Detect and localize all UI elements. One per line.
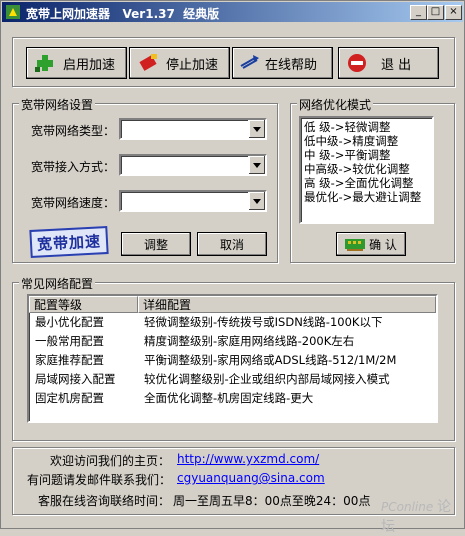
optimization-mode-item[interactable]: 高 级->全面优化调整 <box>301 176 432 190</box>
config-detail-cell: 轻微调整级别-传统拨号或ISDN线路-100K以下 <box>144 315 383 329</box>
column-header-detail[interactable]: 详细配置 <box>138 296 436 313</box>
window-title: 宽带上网加速器 Ver1.37 经典版 <box>26 7 220 21</box>
homepage-link[interactable]: http://www.yxzmd.com/ <box>177 452 319 466</box>
common-config-table[interactable]: 配置等级 详细配置 最小优化配置 轻微调整级别-传统拨号或ISDN线路-100K以… <box>27 294 438 423</box>
help-arrow-icon <box>239 51 263 75</box>
config-detail-cell: 平衡调整级别-家用网络或ADSL线路-512/1M/2M <box>144 353 397 367</box>
config-level-cell: 一般常用配置 <box>35 334 104 348</box>
start-accel-label: 启用加速 <box>63 57 116 73</box>
network-type-label: 宽带网络类型： <box>31 124 116 138</box>
table-row[interactable]: 一般常用配置 精度调整级别-家庭用网络线路-200K左右 <box>29 332 436 351</box>
column-header-level[interactable]: 配置等级 <box>29 296 138 313</box>
no-entry-icon <box>345 51 369 75</box>
exit-button[interactable]: 退 出 <box>338 47 439 79</box>
main-window: 宽带上网加速器 Ver1.37 经典版 _ □ × 启用加速 停止加速 在线帮助… <box>0 0 465 535</box>
stop-accel-button[interactable]: 停止加速 <box>129 47 230 79</box>
config-level-cell: 固定机房配置 <box>35 391 104 405</box>
watermark-brand: PConline <box>381 500 434 514</box>
pconline-watermark: PConline 论坛 <box>381 496 464 536</box>
online-help-button[interactable]: 在线帮助 <box>232 47 333 79</box>
network-settings-title: 宽带网络设置 <box>19 96 96 113</box>
config-detail-cell: 精度调整级别-家庭用网络线路-200K左右 <box>144 334 355 348</box>
start-accel-button[interactable]: 启用加速 <box>26 47 127 79</box>
minimize-button[interactable]: _ <box>410 5 427 20</box>
table-row[interactable]: 局域网接入配置 较优化调整级别-企业或组织内部局域网接入模式 <box>29 370 436 389</box>
config-level-cell: 家庭推荐配置 <box>35 353 104 367</box>
chevron-down-icon[interactable] <box>248 156 265 174</box>
confirm-button[interactable]: 确 认 <box>336 232 406 256</box>
optimization-mode-item[interactable]: 中高级->较优化调整 <box>301 162 432 176</box>
exit-label: 退 出 <box>381 57 412 73</box>
access-method-select[interactable] <box>119 154 267 176</box>
service-time-label: 客服在线咨询联络时间： <box>38 494 171 508</box>
title-bar: 宽带上网加速器 Ver1.37 经典版 _ □ × <box>2 2 463 22</box>
network-speed-select[interactable] <box>119 190 267 212</box>
config-detail-cell: 全面优化调整-机房固定线路-更大 <box>144 391 314 405</box>
optimization-mode-item[interactable]: 最优化->最大避让调整 <box>301 190 432 204</box>
table-row[interactable]: 固定机房配置 全面优化调整-机房固定线路-更大 <box>29 389 436 408</box>
optimization-mode-item[interactable]: 低 级->轻微调整 <box>301 120 432 134</box>
cancel-button[interactable]: 取消 <box>197 232 267 256</box>
homepage-label: 欢迎访问我们的主页： <box>50 454 171 468</box>
config-level-cell: 最小优化配置 <box>35 315 104 329</box>
network-type-select[interactable] <box>119 118 267 140</box>
chevron-down-icon[interactable] <box>248 192 265 210</box>
config-detail-cell: 较优化调整级别-企业或组织内部局域网接入模式 <box>144 372 390 386</box>
start-plug-icon <box>33 51 57 75</box>
optimization-mode-title: 网络优化模式 <box>297 96 374 113</box>
config-level-cell: 局域网接入配置 <box>35 372 116 386</box>
online-help-label: 在线帮助 <box>265 57 318 73</box>
stop-accel-label: 停止加速 <box>166 57 219 73</box>
close-button[interactable]: × <box>445 5 462 20</box>
network-speed-label: 宽带网络速度： <box>31 196 116 210</box>
table-row[interactable]: 最小优化配置 轻微调整级别-传统拨号或ISDN线路-100K以下 <box>29 313 436 332</box>
adjust-button[interactable]: 调整 <box>121 232 191 256</box>
confirm-label: 确 认 <box>369 237 397 252</box>
chevron-down-icon[interactable] <box>248 120 265 138</box>
common-config-title: 常见网络配置 <box>19 275 96 292</box>
access-method-label: 宽带接入方式： <box>31 160 116 174</box>
optimization-mode-item[interactable]: 中 级->平衡调整 <box>301 148 432 162</box>
broadband-accel-logo: 宽带加速 <box>29 225 109 259</box>
network-card-icon <box>345 239 366 251</box>
optimization-mode-list[interactable]: 低 级->轻微调整 低中级->精度调整中 级->平衡调整 中高级->较优化调整高 级… <box>299 116 434 224</box>
stop-plug-icon <box>136 51 160 75</box>
app-icon <box>6 5 20 19</box>
email-link[interactable]: cgyuanquang@sina.com <box>177 471 325 485</box>
optimization-mode-item[interactable]: 低中级->精度调整 <box>301 134 432 148</box>
table-row[interactable]: 家庭推荐配置 平衡调整级别-家用网络或ADSL线路-512/1M/2M <box>29 351 436 370</box>
maximize-button[interactable]: □ <box>427 5 444 20</box>
service-time-value: 周一至周五早8：00点至晚24：00点 <box>173 494 371 508</box>
email-label: 有问题请发邮件联系我们： <box>27 473 172 487</box>
